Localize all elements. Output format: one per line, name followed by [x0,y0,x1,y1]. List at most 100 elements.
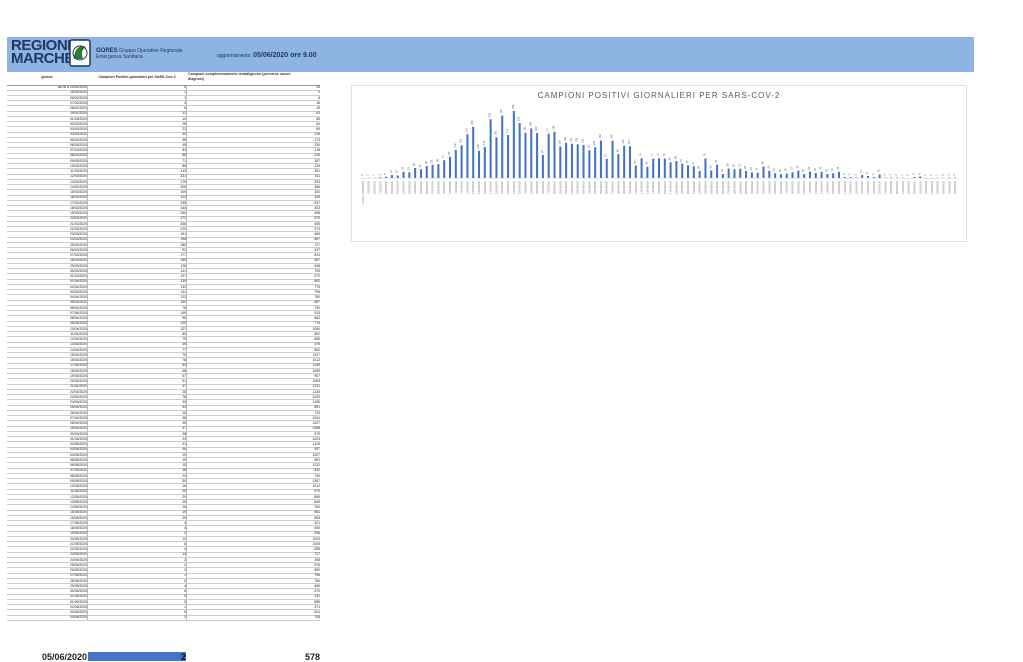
data-label: 175 [464,127,468,132]
x-tick-label: 18/03/2020 [494,180,498,194]
bar [792,172,794,178]
x-tick-label: 13/04/2020 [645,180,649,194]
x-tick-label: 02/06/2020 [936,180,940,194]
x-tick-label: 29/03/2020 [558,180,562,194]
x-tick-label: 29/05/2020 [912,180,916,194]
bar [455,150,457,178]
table-row: 28/04/2020351227 [7,421,320,426]
bar [751,172,753,178]
bar [391,175,393,178]
x-tick-label: 20/05/2020 [860,180,864,194]
x-tick-label: 01/05/2020 [750,180,754,194]
data-label: 2 [946,174,950,176]
bar [797,171,799,179]
bar [913,177,915,178]
bar [803,174,805,178]
data-label: 2 [952,174,956,176]
table-row: 24/04/2020301155 [7,400,320,405]
x-tick-label: 18/04/2020 [674,180,678,194]
bar [478,151,480,178]
x-tick-label: 15/03/2020 [477,180,481,194]
data-label: 126 [557,140,561,145]
x-tick-label: 09/05/2020 [796,180,800,194]
data-label: 250 [499,109,503,114]
bar [710,171,712,179]
x-tick-label: 01/04/2020 [576,180,580,194]
table-row: 03/03/20202389 [7,127,320,132]
bar [472,127,474,178]
table-row: 25/03/2020180727 [7,243,320,248]
x-tick-label: 28/04/2020 [732,180,736,194]
table-row: 11/03/2020113351 [7,169,320,174]
org-block: GORES Gruppo Operativo Regionale Emergen… [96,48,183,60]
table-row: 31/05/20200231 [7,594,320,599]
data-label: 92 [540,150,544,153]
table-row: 25/05/20202576 [7,563,320,568]
x-tick-label: 23/05/2020 [878,180,882,194]
table-row: 21/04/2020471011 [7,384,320,389]
data-label: 25 [807,166,811,169]
col-header-day: giorno [7,75,87,80]
data-label: 71 [441,155,445,158]
x-tick-label: 10/05/2020 [802,180,806,194]
bar [873,177,875,178]
update-label: aggiornamento: [217,53,252,59]
data-label: 2 [888,174,892,176]
data-label: 0 [929,174,933,176]
table-row: 16/05/202025863 [7,516,320,521]
table-row: 28/05/20200750 [7,579,320,584]
x-tick-label: 23/04/2020 [703,180,707,194]
data-label: 12 [859,170,863,173]
table-row: 02/04/2020132775 [7,285,320,290]
data-label: 109 [476,144,480,149]
data-label: 79 [656,153,660,156]
x-tick-label: 03/03/2020 [407,180,411,194]
x-tick-label: 02/04/2020 [582,180,586,194]
x-tick-label: 13/03/2020 [465,180,469,194]
table-row: 26/05/20202890 [7,568,320,573]
x-tick-label: 30/05/2020 [918,180,922,194]
x-tick-label: 29/04/2020 [738,180,742,194]
table-row: 27/04/2020381004 [7,416,320,421]
table-row: 06/03/202048230 [7,143,320,148]
bar [855,178,857,179]
table-row: 12/05/202020865 [7,495,320,500]
data-label: 0 [923,174,927,176]
bar [641,158,643,178]
table-row: 23/05/202014717 [7,552,320,557]
x-tick-label: 24/05/2020 [883,180,887,194]
bar [890,178,892,179]
table-row: 21/03/2020268655 [7,222,320,227]
data-label: 111 [586,144,590,148]
bar [780,174,782,178]
x-tick-label: 30/03/2020 [564,180,568,194]
x-tick-label: 19/05/2020 [854,180,858,194]
bar [484,147,486,178]
cell-tested: 708 [187,615,320,621]
bar [513,111,515,178]
table-row: 18/03/2020163403 [7,206,320,211]
bar [495,137,497,178]
table-row: 21/05/202081006 [7,542,320,547]
bar [832,173,834,178]
x-tick-label: 14/03/2020 [471,180,475,194]
x-tick-label: 21/03/2020 [512,180,516,194]
x-tick-label: 03/06/2020 [941,180,945,194]
chart-panel[interactable]: CAMPIONI POSITIVI GIORNALIERI PER SARS-C… [351,85,967,242]
table-header: giorno Campioni Positivi giornalieri per… [7,72,320,86]
bar [821,172,823,178]
data-label: 127 [627,139,631,144]
table-row: 20/03/2020172570 [7,216,320,221]
bar [762,167,764,179]
data-label: 135 [575,137,579,142]
data-label: 185 [551,125,555,130]
x-tick-label: 04/03/2020 [413,180,417,194]
data-label: 1 [372,174,376,176]
bar [687,165,689,178]
bar [675,161,677,178]
table-row: 14/03/2020205386 [7,185,320,190]
data-label: 57 [679,158,683,161]
x-tick-label: 30/04/2020 [744,180,748,194]
x-tick-label: 20/04/2020 [686,180,690,194]
data-label: 35 [418,164,422,167]
